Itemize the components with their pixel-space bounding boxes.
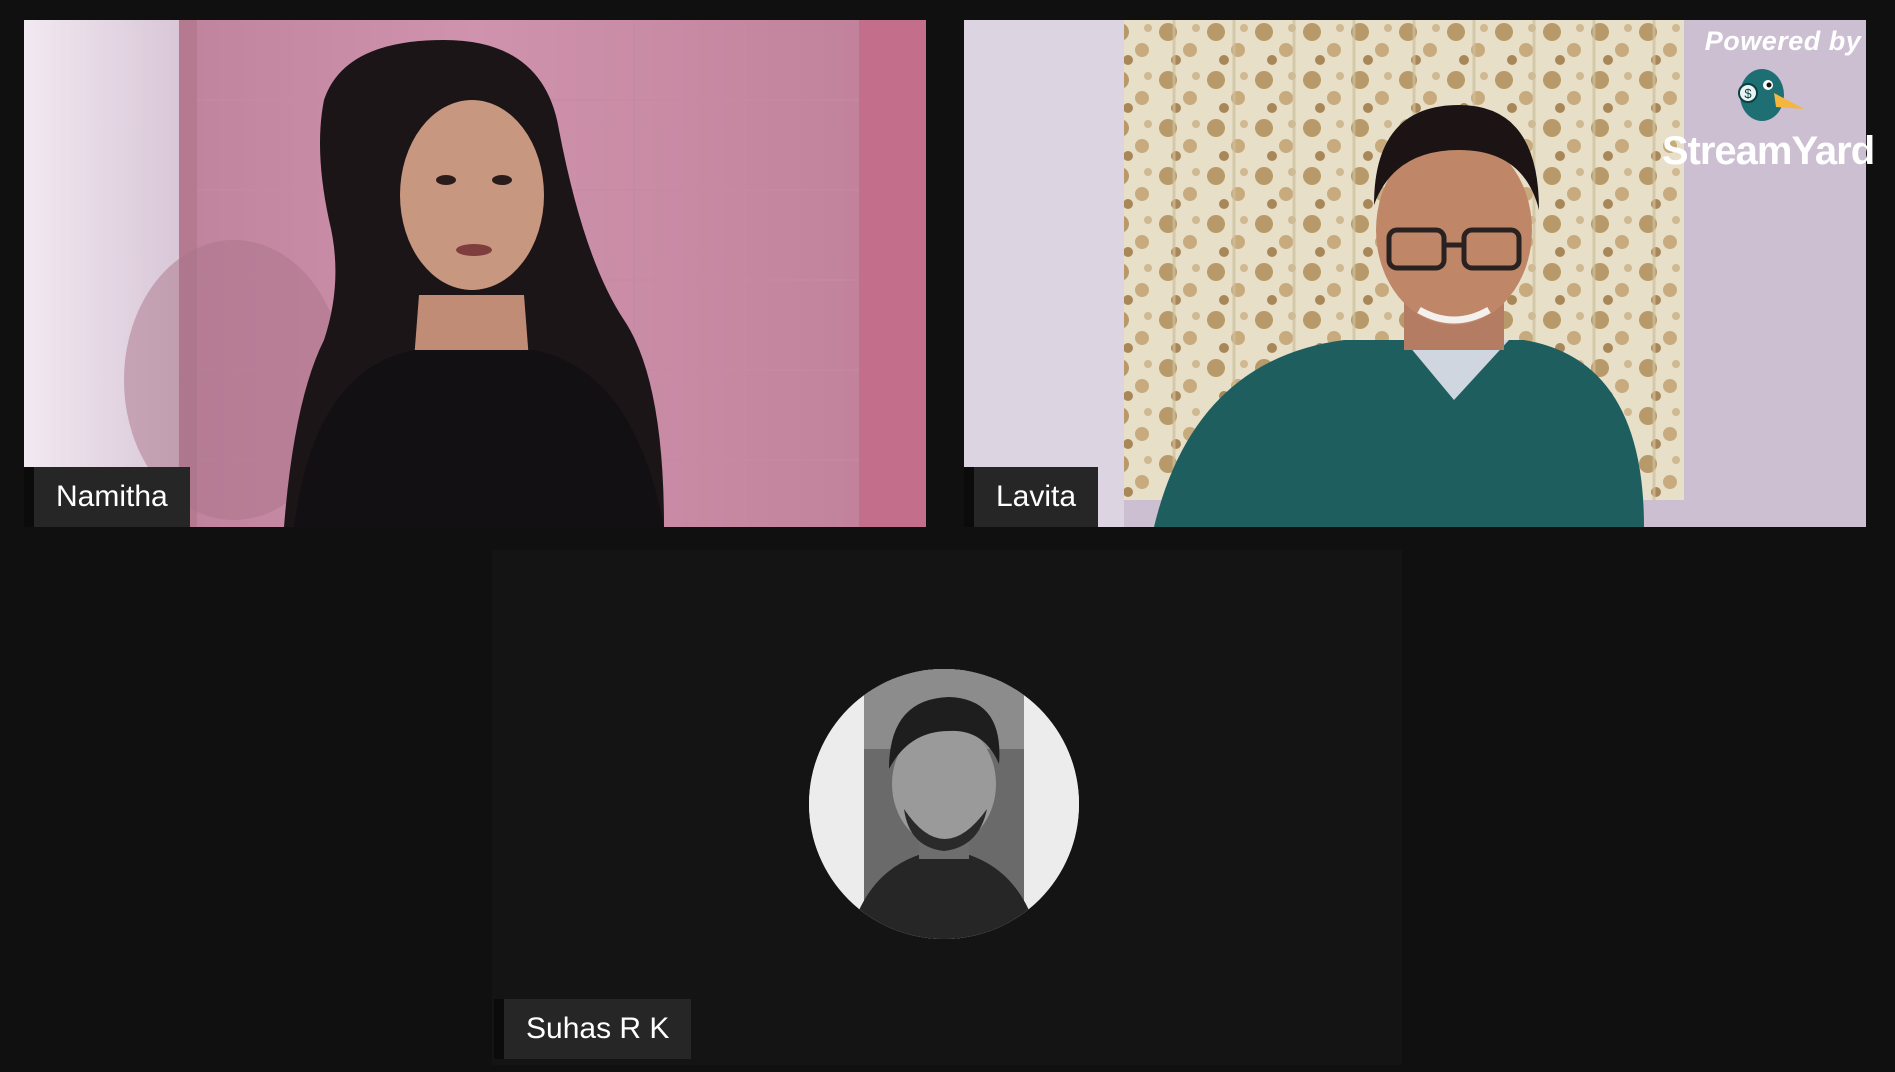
powered-by-label: Powered by xyxy=(1704,26,1862,56)
participant-name-tag: Lavita xyxy=(964,467,1099,527)
participant-video xyxy=(24,20,926,527)
streamyard-watermark: Powered by $ StreamYard xyxy=(1653,26,1883,174)
duck-mascot-icon: $ xyxy=(1738,69,1804,121)
brand-name: StreamYard xyxy=(1661,129,1875,173)
participant-name-tag: Namitha xyxy=(24,467,190,527)
participant-name-tag: Suhas R K xyxy=(493,999,692,1059)
logo-badge: $ xyxy=(1744,86,1752,101)
call-stage: Namitha Lavita Powered by $ StreamYard S… xyxy=(0,0,1895,1072)
participant-tile-suhas[interactable]: Suhas R K xyxy=(492,550,1402,1065)
participant-tile-namitha[interactable]: Namitha xyxy=(24,20,926,527)
participant-avatar xyxy=(809,669,1079,939)
